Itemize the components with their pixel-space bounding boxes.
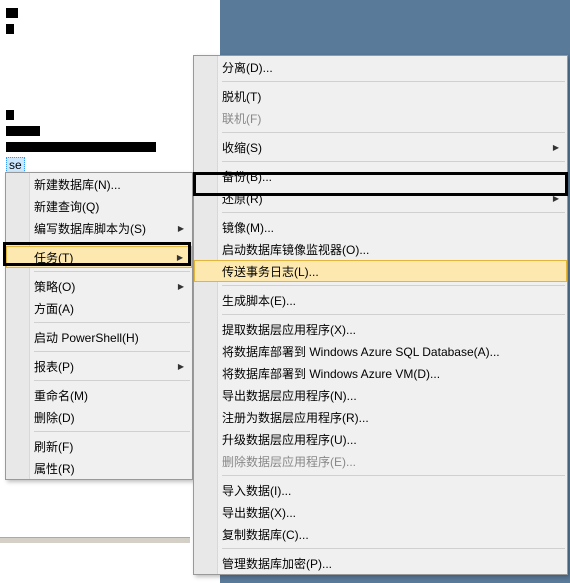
tasks-submenu: 分离(D)... 脱机(T) 联机(F) 收缩(S) 备份(B)... 还原(R) 镜像(M…	[193, 55, 568, 575]
menu2-item[interactable]: 镜像(M)...	[194, 216, 567, 238]
menu1-item[interactable]: 新建查询(Q)	[6, 195, 192, 217]
menu2-item[interactable]: 将数据库部署到 Windows Azure SQL Database(A)...	[194, 340, 567, 362]
menu1-item[interactable]: 任务(T)	[6, 246, 192, 268]
menu-separator	[222, 475, 565, 476]
menu-item-label: 策略(O)	[34, 278, 75, 295]
menu-item-label: 方面(A)	[34, 300, 74, 317]
menu-item-label: 重命名(M)	[34, 387, 88, 404]
menu-item-label: 导出数据层应用程序(N)...	[222, 387, 357, 404]
menu-item-label: 镜像(M)...	[222, 219, 274, 236]
menu2-item[interactable]: 还原(R)	[194, 187, 567, 209]
menu-item-label: 将数据库部署到 Windows Azure VM(D)...	[222, 365, 440, 382]
menu-item-label: 提取数据层应用程序(X)...	[222, 321, 356, 338]
menu-item-label: 升级数据层应用程序(U)...	[222, 431, 357, 448]
menu2-item[interactable]: 传送事务日志(L)...	[194, 260, 567, 282]
menu1-item[interactable]: 属性(R)	[6, 457, 192, 479]
menu2-item[interactable]: 将数据库部署到 Windows Azure VM(D)...	[194, 362, 567, 384]
menu-separator	[34, 351, 190, 352]
menu1-item[interactable]: 重命名(M)	[6, 384, 192, 406]
menu-item-label: 收缩(S)	[222, 139, 262, 156]
menu-item-label: 还原(R)	[222, 190, 263, 207]
menu-item-label: 联机(F)	[222, 110, 261, 127]
menu-separator	[34, 271, 190, 272]
menu-separator	[34, 380, 190, 381]
menu2-item[interactable]: 提取数据层应用程序(X)...	[194, 318, 567, 340]
menu-item-label: 复制数据库(C)...	[222, 526, 309, 543]
menu-item-label: 分离(D)...	[222, 59, 273, 76]
database-context-menu: 新建数据库(N)... 新建查询(Q) 编写数据库脚本为(S) 任务(T) 策略(O) 方…	[5, 172, 193, 480]
menu-item-label: 任务(T)	[34, 249, 73, 266]
menu1-item[interactable]: 策略(O)	[6, 275, 192, 297]
menu-item-label: 启动 PowerShell(H)	[34, 329, 139, 346]
menu-item-label: 刷新(F)	[34, 438, 73, 455]
menu1-item[interactable]: 编写数据库脚本为(S)	[6, 217, 192, 239]
menu-separator	[34, 431, 190, 432]
menu1-item[interactable]: 新建数据库(N)...	[6, 173, 192, 195]
menu-item-label: 传送事务日志(L)...	[222, 263, 319, 280]
object-explorer-tree: se	[0, 0, 220, 180]
menu2-item: 删除数据层应用程序(E)...	[194, 450, 567, 472]
menu-separator	[222, 285, 565, 286]
menu2-item[interactable]: 分离(D)...	[194, 56, 567, 78]
menu1-item[interactable]: 报表(P)	[6, 355, 192, 377]
menu-separator	[222, 314, 565, 315]
menu-separator	[34, 322, 190, 323]
menu-item-label: 将数据库部署到 Windows Azure SQL Database(A)...	[222, 343, 500, 360]
menu-separator	[222, 132, 565, 133]
menu2-item[interactable]: 导出数据(X)...	[194, 501, 567, 523]
menu1-item[interactable]: 删除(D)	[6, 406, 192, 428]
menu-item-label: 脱机(T)	[222, 88, 261, 105]
menu2-item[interactable]: 备份(B)...	[194, 165, 567, 187]
menu-item-label: 备份(B)...	[222, 168, 272, 185]
menu-item-label: 启动数据库镜像监视器(O)...	[222, 241, 369, 258]
menu-item-label: 管理数据库加密(P)...	[222, 555, 332, 572]
menu-separator	[222, 81, 565, 82]
menu2-item[interactable]: 导入数据(I)...	[194, 479, 567, 501]
menu2-item[interactable]: 启动数据库镜像监视器(O)...	[194, 238, 567, 260]
menu-item-label: 删除(D)	[34, 409, 75, 426]
menu-item-label: 导出数据(X)...	[222, 504, 296, 521]
menu-item-label: 报表(P)	[34, 358, 74, 375]
selected-database-node[interactable]: se	[6, 157, 25, 173]
menu-item-label: 删除数据层应用程序(E)...	[222, 453, 356, 470]
menu-item-label: 新建数据库(N)...	[34, 176, 121, 193]
menu2-item[interactable]: 脱机(T)	[194, 85, 567, 107]
menu-separator	[222, 212, 565, 213]
menu-item-label: 属性(R)	[34, 460, 75, 477]
menu2-item[interactable]: 复制数据库(C)...	[194, 523, 567, 545]
menu2-item[interactable]: 收缩(S)	[194, 136, 567, 158]
menu2-item[interactable]: 生成脚本(E)...	[194, 289, 567, 311]
menu-separator	[222, 161, 565, 162]
menu-item-label: 新建查询(Q)	[34, 198, 99, 215]
menu-item-label: 注册为数据层应用程序(R)...	[222, 409, 369, 426]
menu2-item[interactable]: 管理数据库加密(P)...	[194, 552, 567, 574]
menu-item-label: 生成脚本(E)...	[222, 292, 296, 309]
menu-item-label: 导入数据(I)...	[222, 482, 291, 499]
menu2-item[interactable]: 导出数据层应用程序(N)...	[194, 384, 567, 406]
menu-separator	[222, 548, 565, 549]
menu2-item: 联机(F)	[194, 107, 567, 129]
menu-item-label: 编写数据库脚本为(S)	[34, 220, 146, 237]
menu1-item[interactable]: 方面(A)	[6, 297, 192, 319]
panel-divider	[0, 537, 190, 543]
menu1-item[interactable]: 启动 PowerShell(H)	[6, 326, 192, 348]
menu2-item[interactable]: 注册为数据层应用程序(R)...	[194, 406, 567, 428]
menu2-item[interactable]: 升级数据层应用程序(U)...	[194, 428, 567, 450]
menu-separator	[34, 242, 190, 243]
menu1-item[interactable]: 刷新(F)	[6, 435, 192, 457]
